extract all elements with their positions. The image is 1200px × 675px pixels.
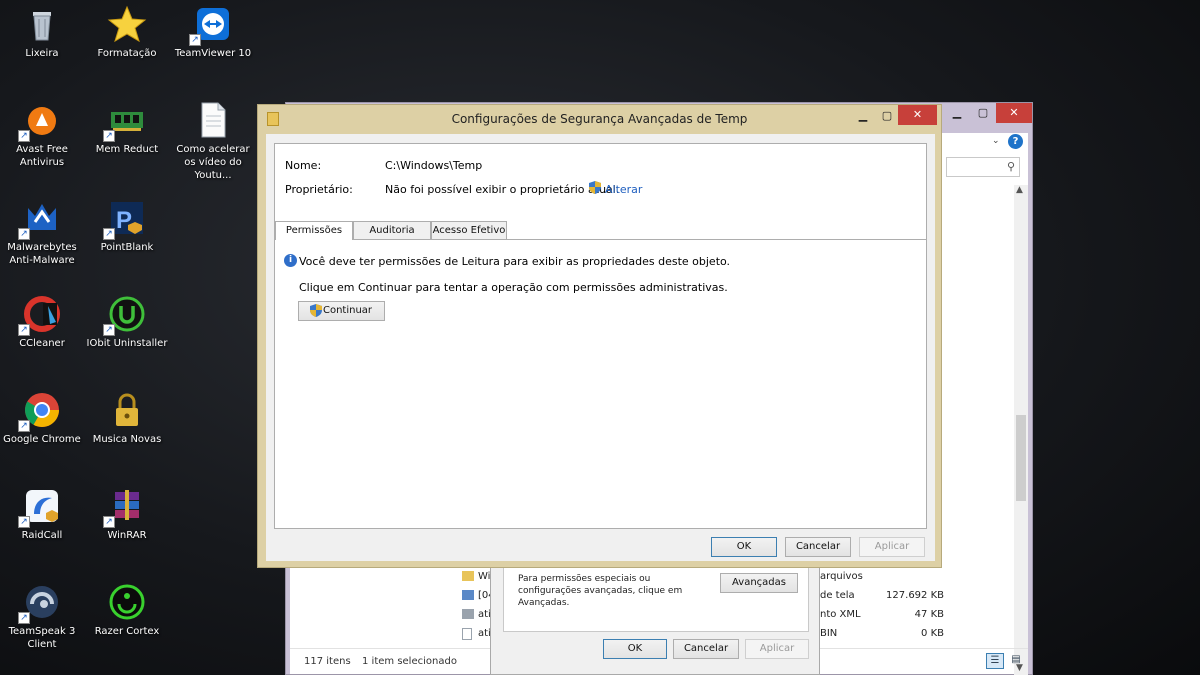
desktop-icon-ccleaner[interactable]: ↗ CCleaner (0, 294, 84, 350)
desktop-icon-mem-reduct[interactable]: ↗ Mem Reduct (85, 100, 169, 156)
close-button[interactable]: ✕ (898, 105, 937, 125)
lock-icon (107, 390, 147, 430)
advanced-security-dialog: Configurações de Segurança Avançadas de … (257, 104, 942, 568)
maximize-button[interactable]: ▢ (970, 103, 996, 123)
minimize-button[interactable]: ▁ (944, 103, 970, 123)
tiles-view-icon[interactable]: ▤ (1008, 653, 1024, 669)
owner-label: Proprietário: (285, 183, 353, 196)
apply-button[interactable]: Aplicar (745, 639, 809, 659)
search-icon: ⚲ (1006, 160, 1015, 173)
shortcut-arrow-icon: ↗ (18, 516, 30, 528)
winrar-icon: ↗ (103, 486, 147, 528)
continue-message: Clique em Continuar para tentar a operaç… (299, 281, 728, 294)
shortcut-arrow-icon: ↗ (103, 130, 115, 142)
image-file-icon (462, 590, 474, 600)
search-input[interactable]: ⚲ (946, 157, 1020, 177)
desktop-icon-avast[interactable]: ↗ Avast Free Antivirus (0, 100, 84, 169)
shortcut-arrow-icon: ↗ (18, 228, 30, 240)
close-button[interactable]: ✕ (996, 103, 1032, 123)
memory-chip-icon: ↗ (103, 100, 147, 142)
shortcut-arrow-icon: ↗ (103, 516, 115, 528)
chrome-icon: ↗ (18, 390, 62, 432)
desktop-icon-razer-cortex[interactable]: Razer Cortex (85, 582, 169, 638)
desktop-icon-lixeira[interactable]: Lixeira (0, 4, 84, 60)
raidcall-icon: ↗ (18, 486, 62, 528)
pointblank-icon: P ↗ (103, 198, 147, 240)
ok-button[interactable]: OK (711, 537, 777, 557)
dialog-body: Nome: C:\Windows\Temp Proprietário: Não … (266, 134, 935, 561)
teamspeak-icon: ↗ (18, 582, 62, 624)
desktop-icon-winrar[interactable]: ↗ WinRAR (85, 486, 169, 542)
desktop-icon-musica-novas[interactable]: Musica Novas (85, 390, 169, 446)
change-owner-link[interactable]: Alterar (605, 183, 642, 196)
continue-button[interactable]: Continuar (298, 301, 385, 321)
shortcut-arrow-icon: ↗ (18, 130, 30, 142)
scrollbar-thumb[interactable] (1016, 415, 1026, 501)
cancel-button[interactable]: Cancelar (785, 537, 851, 557)
scroll-up-icon[interactable]: ▲ (1016, 185, 1023, 195)
status-selected-count: 1 item selecionado (362, 656, 457, 667)
tab-divider (275, 239, 926, 240)
chevron-down-icon[interactable]: ⌄ (992, 136, 1000, 146)
shortcut-arrow-icon: ↗ (189, 34, 201, 46)
cancel-button[interactable]: Cancelar (673, 639, 739, 659)
ccleaner-icon: ↗ (18, 294, 62, 336)
info-icon: i (284, 254, 297, 267)
recycle-bin-icon (22, 4, 62, 44)
dialog-panel: Nome: C:\Windows\Temp Proprietário: Não … (274, 143, 927, 529)
tab-permissoes[interactable]: Permissões (275, 221, 353, 240)
file-icon (462, 628, 472, 640)
info-message: Você deve ter permissões de Leitura para… (299, 255, 731, 268)
maximize-button[interactable]: ▢ (874, 105, 900, 129)
shortcut-arrow-icon: ↗ (18, 324, 30, 336)
desktop-icon-google-chrome[interactable]: ↗ Google Chrome (0, 390, 84, 446)
teamviewer-icon: ↗ (189, 4, 233, 46)
uac-shield-icon (310, 304, 322, 324)
ok-button[interactable]: OK (603, 639, 667, 659)
explorer-toolbar: ⌄ ? (940, 133, 1030, 155)
malwarebytes-icon: ↗ (18, 198, 62, 240)
apply-button[interactable]: Aplicar (859, 537, 925, 557)
name-value: C:\Windows\Temp (385, 159, 483, 172)
desktop-icon-teamviewer[interactable]: ↗ TeamViewer 10 (171, 4, 255, 60)
continue-label: Continuar (322, 305, 373, 316)
text-document-icon (193, 100, 233, 140)
uac-shield-icon (589, 181, 601, 197)
minimize-button[interactable]: ▁ (850, 105, 876, 129)
dialog-title: Configurações de Segurança Avançadas de … (451, 112, 748, 126)
tab-auditoria[interactable]: Auditoria (353, 221, 431, 239)
iobit-icon: ↗ (103, 294, 147, 336)
name-label: Nome: (285, 159, 322, 172)
shortcut-arrow-icon: ↗ (103, 228, 115, 240)
desktop-icon-teamspeak[interactable]: ↗ TeamSpeak 3 Client (0, 582, 84, 651)
details-view-icon[interactable]: ☰ (986, 653, 1004, 669)
shortcut-arrow-icon: ↗ (18, 612, 30, 624)
desktop-icon-malwarebytes[interactable]: ↗ Malwarebytes Anti-Malware (0, 198, 84, 267)
desktop-icon-pointblank[interactable]: P ↗ PointBlank (85, 198, 169, 254)
xml-file-icon (462, 609, 474, 619)
folder-icon (462, 571, 474, 581)
desktop-icon-text-file[interactable]: Como acelerar os vídeo do Youtu... (171, 100, 255, 182)
shortcut-arrow-icon: ↗ (103, 324, 115, 336)
shortcut-arrow-icon: ↗ (18, 420, 30, 432)
star-icon (107, 4, 147, 44)
advanced-note: Para permissões especiais ou configuraçõ… (518, 574, 683, 608)
avast-icon: ↗ (18, 100, 62, 142)
advanced-button[interactable]: Avançadas (720, 573, 798, 593)
help-icon[interactable]: ? (1008, 134, 1023, 149)
razer-cortex-icon (107, 582, 147, 622)
tab-acesso-efetivo[interactable]: Acesso Efetivo (431, 221, 507, 239)
desktop-icon-raidcall[interactable]: ↗ RaidCall (0, 486, 84, 542)
status-item-count: 117 itens (304, 656, 351, 667)
desktop-icon-iobit-uninstaller[interactable]: ↗ IObit Uninstaller (85, 294, 169, 350)
owner-value: Não foi possível exibir o proprietário a… (385, 183, 620, 196)
desktop-icon-formatacao[interactable]: Formatação (85, 4, 169, 60)
